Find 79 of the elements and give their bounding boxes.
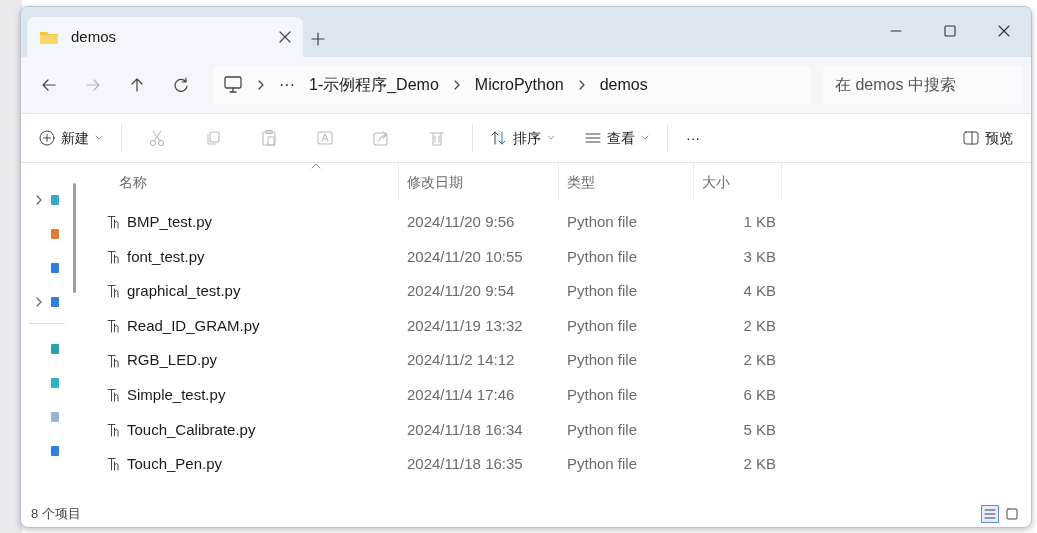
column-header[interactable]: 大小 [694,163,782,201]
caret-icon [547,135,555,141]
search-field[interactable]: 在 demos 中搜索 [823,66,1023,104]
file-name[interactable]: graphical_test.py [127,280,241,303]
add-tab-icon[interactable] [311,32,325,47]
chevron-icon [452,80,461,90]
file-name[interactable]: font_test.py [127,245,205,269]
menu-icon [585,131,601,145]
type-cell-text: Python file [566,350,639,371]
size-cell-text: 2 KB [742,315,777,336]
tiles-view-icon[interactable] [1004,506,1020,522]
date-cell-text: 2024/11/2 14:12 [406,350,516,371]
type-cell-text: Python file [566,385,639,405]
chevron-icon [257,80,265,90]
file-name[interactable]: Touch_Pen.py [127,453,223,476]
chevron-icon [577,80,586,90]
date-cell-text: 2024/11/18 16:34 [406,419,524,440]
path-overflow[interactable]: ··· [279,73,295,97]
breadcrumb[interactable]: MicroPython [474,73,564,97]
refresh-icon[interactable] [172,76,190,94]
date-cell-text: 2024/11/20 9:54 [406,281,516,302]
chevron-icon[interactable] [35,297,43,307]
close-icon[interactable] [997,24,1011,38]
size-cell-text: 2 KB [742,350,777,371]
chevron-icon[interactable] [35,195,43,205]
size-cell-text: 3 KB [742,246,777,267]
date-cell-text: 2024/11/19 13:32 [406,315,524,336]
type-cell-text: Python file [566,212,639,233]
python-file-icon [107,457,119,472]
file-name[interactable]: RGB_LED.py [127,349,218,372]
type-cell-text: Python file [566,315,639,336]
python-file-icon [107,284,119,299]
plus-circle-icon [39,130,55,146]
sort-button[interactable]: 排序 [483,121,563,155]
caret-icon [641,135,649,141]
item-count: 8 个项目 [31,505,81,524]
python-file-icon [107,388,119,403]
tab-title: demos [71,26,118,47]
type-cell-text: Python file [566,246,639,267]
size-cell-text: 2 KB [742,454,777,475]
file-name[interactable]: Simple_test.py [127,384,226,407]
breadcrumb[interactable]: demos [599,73,648,97]
python-file-icon [107,422,119,437]
breadcrumb[interactable]: 1-示例程序_Demo [309,73,439,97]
view-button[interactable]: 查看 [577,121,657,155]
new-button[interactable]: 新建 [31,121,111,155]
computer-icon [223,76,243,94]
date-cell-text: 2024/11/20 9:56 [406,212,516,233]
python-file-icon [107,319,119,334]
python-file-icon [107,353,119,368]
size-cell-text: 4 KB [742,281,777,302]
more-button[interactable]: ··· [678,121,708,155]
folder-tab[interactable]: demos [27,17,303,57]
maximize-icon[interactable] [943,24,957,38]
file-name[interactable]: BMP_test.py [127,211,213,234]
column-header[interactable]: 修改日期 [399,163,559,201]
close-icon[interactable] [279,31,291,43]
type-cell-text: Python file [566,281,639,302]
address-bar[interactable]: ··· 1-示例程序_Demo MicroPython demos [213,66,811,104]
date-cell-text: 2024/11/20 10:55 [406,246,524,267]
column-header[interactable]: 类型 [559,163,694,201]
file-name[interactable]: Read_ID_GRAM.py [127,314,260,338]
details-view-icon[interactable] [982,506,998,522]
size-cell-text: 6 KB [742,385,777,405]
type-cell-text: Python file [566,454,639,475]
scrollbar[interactable] [73,183,76,293]
preview-pane-icon [963,131,979,145]
column-header[interactable]: 名称 [89,163,399,201]
python-file-icon [107,249,119,264]
sort-icon [491,130,507,146]
date-cell-text: 2024/11/4 17:46 [406,385,516,405]
type-cell-text: Python file [566,419,639,440]
preview-button[interactable]: 预览 [955,121,1021,155]
size-cell-text: 5 KB [742,419,777,440]
caret-icon [95,135,103,141]
file-name[interactable]: Touch_Calibrate.py [127,418,256,442]
size-cell-text: 1 KB [742,212,777,233]
date-cell-text: 2024/11/18 16:35 [406,454,524,475]
python-file-icon [107,215,119,230]
